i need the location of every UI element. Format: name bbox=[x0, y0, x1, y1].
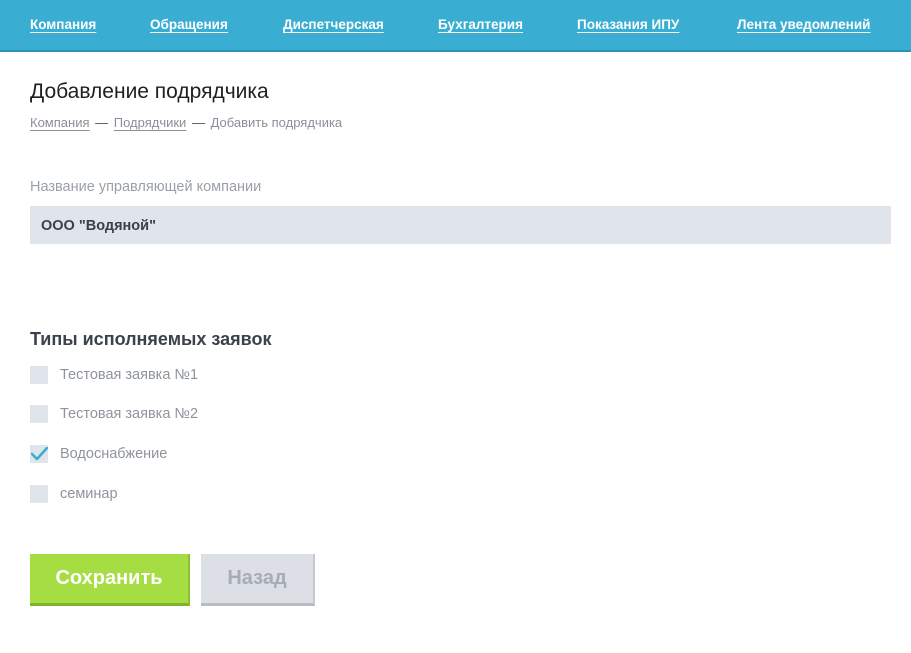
company-name-field: ООО "Водяной" bbox=[30, 206, 891, 244]
checkbox[interactable] bbox=[30, 405, 48, 423]
company-name-label: Название управляющей компании bbox=[30, 179, 262, 195]
request-type-label: Водоснабжение bbox=[60, 446, 168, 462]
nav-item-accounting[interactable]: Бухгалтерия bbox=[438, 17, 523, 32]
request-type-label: Тестовая заявка №1 bbox=[60, 367, 199, 383]
top-navigation: Компания Обращения Диспетчерская Бухгалт… bbox=[0, 0, 911, 52]
request-type-option[interactable]: Тестовая заявка №2 bbox=[30, 404, 198, 424]
request-type-label: семинар bbox=[60, 486, 118, 502]
checkbox[interactable] bbox=[30, 366, 48, 384]
breadcrumb-contractors[interactable]: Подрядчики bbox=[114, 115, 187, 130]
nav-item-requests[interactable]: Обращения bbox=[150, 17, 228, 32]
breadcrumb-current: Добавить подрядчика bbox=[210, 115, 343, 130]
save-button[interactable]: Сохранить bbox=[30, 554, 190, 606]
page-title: Добавление подрядчика bbox=[30, 80, 269, 103]
nav-item-dispatch[interactable]: Диспетчерская bbox=[283, 17, 384, 32]
checkmark-icon bbox=[31, 447, 48, 461]
checkbox-checked[interactable] bbox=[30, 445, 48, 463]
request-type-label: Тестовая заявка №2 bbox=[60, 406, 199, 422]
nav-item-company[interactable]: Компания bbox=[30, 17, 96, 32]
nav-item-notifications[interactable]: Лента уведомлений bbox=[737, 17, 870, 32]
checkbox[interactable] bbox=[30, 485, 48, 503]
breadcrumb-separator: — bbox=[191, 115, 205, 130]
back-button[interactable]: Назад bbox=[201, 554, 315, 606]
request-types-title: Типы исполняемых заявок bbox=[30, 329, 272, 349]
breadcrumb: Компания — Подрядчики — Добавить подрядч… bbox=[30, 115, 342, 130]
breadcrumb-company[interactable]: Компания bbox=[30, 115, 90, 130]
request-type-option[interactable]: семинар bbox=[30, 484, 118, 504]
nav-item-meter-readings[interactable]: Показания ИПУ bbox=[577, 17, 679, 32]
request-type-option[interactable]: Водоснабжение bbox=[30, 444, 167, 464]
breadcrumb-separator: — bbox=[95, 115, 109, 130]
request-type-option[interactable]: Тестовая заявка №1 bbox=[30, 365, 198, 385]
